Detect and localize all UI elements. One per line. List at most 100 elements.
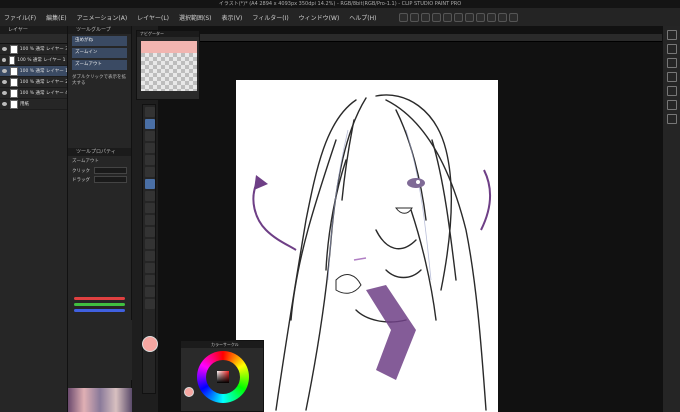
eyedropper-tool-icon[interactable] <box>145 155 155 165</box>
eye-icon[interactable] <box>2 80 7 84</box>
layer-panel: レイヤー 100 % 通常 レイヤー 3 100 % 通常 レイヤー 1 (コピ… <box>0 26 68 412</box>
subtool-item[interactable]: ズームイン <box>72 48 127 58</box>
property-click[interactable]: クリック <box>68 166 131 175</box>
menu-window[interactable]: ウィンドウ(W) <box>299 13 340 22</box>
current-color-swatch[interactable] <box>184 387 194 397</box>
snap-icon[interactable] <box>497 12 507 22</box>
invert-selection-icon[interactable] <box>486 12 496 22</box>
balloon-tool-icon[interactable] <box>145 287 155 297</box>
menu-bar: ファイル(F) 編集(E) アニメーション(A) レイヤー(L) 選択範囲(S)… <box>0 8 680 26</box>
open-icon[interactable] <box>409 12 419 22</box>
eye-icon[interactable] <box>2 91 7 95</box>
layer-property-icon[interactable] <box>667 44 677 54</box>
auto-action-icon[interactable] <box>667 72 677 82</box>
property-select[interactable] <box>94 167 127 174</box>
hand-tool-icon[interactable] <box>145 143 155 153</box>
layer-row-paper[interactable]: 用紙 <box>0 99 67 110</box>
layer-thumbnail <box>9 66 18 76</box>
pen-tool-icon[interactable] <box>145 167 155 177</box>
navigator-title: ナビゲーター <box>137 31 199 37</box>
layer-thumbnail <box>9 88 18 98</box>
move-tool-icon[interactable] <box>145 131 155 141</box>
menu-select[interactable]: 選択範囲(S) <box>179 13 212 22</box>
tool-property-name: ズームアウト <box>72 159 99 164</box>
property-drag[interactable]: ドラッグ <box>68 175 131 184</box>
layer-panel-title: レイヤー <box>0 26 67 34</box>
property-select[interactable] <box>94 176 127 183</box>
navigator-preview-strip <box>141 41 197 53</box>
new-icon[interactable] <box>398 12 408 22</box>
airbrush-tool-icon[interactable] <box>145 203 155 213</box>
transform-icon[interactable] <box>464 12 474 22</box>
eye-icon[interactable] <box>2 102 7 106</box>
eraser-tool-icon[interactable] <box>145 215 155 225</box>
save-icon[interactable] <box>420 12 430 22</box>
zoom-tool-icon[interactable] <box>145 119 155 129</box>
menu-help[interactable]: ヘルプ(H) <box>349 13 376 22</box>
sub-view-icon[interactable] <box>667 100 677 110</box>
illustration <box>252 94 492 411</box>
layer-row-selected[interactable]: 100 % 通常 レイヤー 1 <box>0 66 67 77</box>
wheel-center <box>206 360 240 394</box>
deselect-icon[interactable] <box>475 12 485 22</box>
history-icon[interactable] <box>667 58 677 68</box>
property-label: クリック <box>72 168 90 174</box>
drawing-canvas[interactable] <box>236 80 498 412</box>
text-tool-icon[interactable] <box>145 275 155 285</box>
item-bank-icon[interactable] <box>667 86 677 96</box>
saturation-value-square[interactable] <box>217 371 229 383</box>
layer-name: 用紙 <box>20 102 29 107</box>
layer-row[interactable]: 100 % 通常 レイヤー 4 <box>0 88 67 99</box>
material-icon[interactable] <box>667 30 677 40</box>
ruler-tool-icon[interactable] <box>145 299 155 309</box>
menu-edit[interactable]: 編集(E) <box>46 13 66 22</box>
gradient-tool-icon[interactable] <box>145 251 155 261</box>
layer-name: 100 % 通常 レイヤー 4 <box>19 91 67 96</box>
subtool-option[interactable]: ダブルクリックで表示を拡大する <box>68 72 131 88</box>
subtool-item[interactable]: ズームアウト <box>72 60 127 70</box>
menu-view[interactable]: 表示(V) <box>222 13 243 22</box>
blend-tool-icon[interactable] <box>145 227 155 237</box>
eye-icon[interactable] <box>2 47 7 51</box>
fill-tool-icon[interactable] <box>145 239 155 249</box>
menu-animation[interactable]: アニメーション(A) <box>77 13 128 22</box>
eye-icon[interactable] <box>2 69 7 73</box>
menu-layer[interactable]: レイヤー(L) <box>137 13 169 22</box>
command-bar <box>398 12 520 22</box>
subtool-item[interactable]: 虫めがね <box>72 36 127 46</box>
layer-name: 100 % 通常 レイヤー 1 <box>19 69 67 74</box>
menu-file[interactable]: ファイル(F) <box>4 13 36 22</box>
hue-ring[interactable] <box>197 351 249 403</box>
color-set-palette <box>68 320 132 380</box>
title-bar: イラスト(*)* (A4 2894 x 4093px 350dpi 14.2%)… <box>0 0 680 8</box>
pencil-tool-icon[interactable] <box>145 179 155 189</box>
redo-icon[interactable] <box>442 12 452 22</box>
clear-icon[interactable] <box>453 12 463 22</box>
layer-toolbar <box>0 34 67 44</box>
layer-thumbnail <box>9 44 18 54</box>
color-swatches[interactable] <box>68 388 132 412</box>
green-slider[interactable] <box>74 303 125 306</box>
ruler <box>158 34 662 42</box>
select-tool-icon[interactable] <box>145 107 155 117</box>
layer-row[interactable]: 100 % 通常 レイヤー 3 <box>0 44 67 55</box>
color-wheel-title: カラーサークル <box>181 341 263 348</box>
eye-icon[interactable] <box>2 58 6 62</box>
layer-row[interactable]: 100 % 通常 レイヤー 1 (コピー) <box>0 55 67 66</box>
color-wheel-panel: カラーサークル <box>180 340 264 412</box>
red-slider[interactable] <box>74 297 125 300</box>
figure-tool-icon[interactable] <box>145 263 155 273</box>
brush-tool-icon[interactable] <box>145 191 155 201</box>
timeline-icon[interactable] <box>667 114 677 124</box>
app-window: イラスト(*)* (A4 2894 x 4093px 350dpi 14.2%)… <box>0 0 680 412</box>
layer-name: 100 % 通常 レイヤー 3 <box>19 47 67 52</box>
blue-slider[interactable] <box>74 309 125 312</box>
menu-filter[interactable]: フィルター(I) <box>252 13 288 22</box>
layer-row[interactable]: 100 % 通常 レイヤー 2 <box>0 77 67 88</box>
undo-icon[interactable] <box>431 12 441 22</box>
property-label: ドラッグ <box>72 177 90 183</box>
main-color-swatch[interactable] <box>142 336 158 352</box>
ruler-snap-icon[interactable] <box>508 12 518 22</box>
